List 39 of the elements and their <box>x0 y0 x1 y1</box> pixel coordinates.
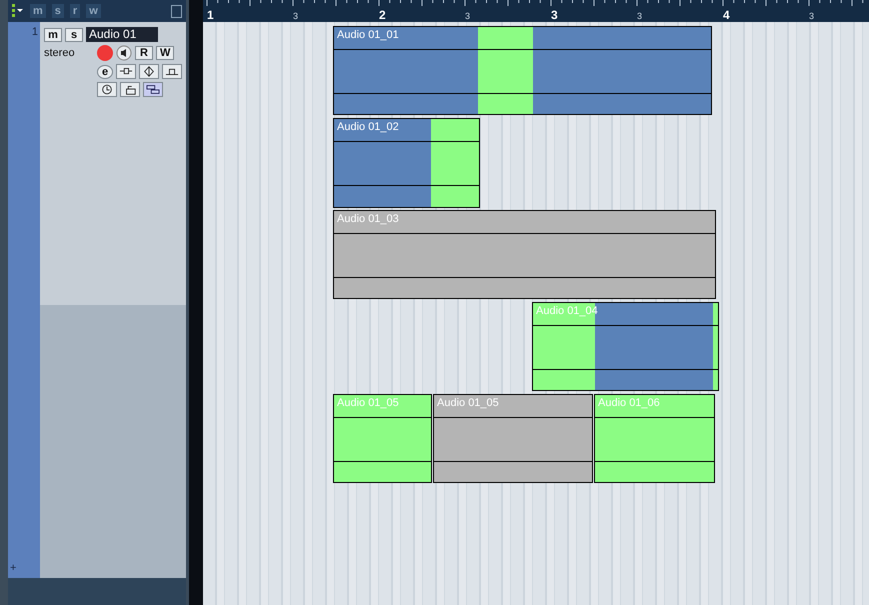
column-toggle[interactable]: m <box>30 4 46 18</box>
bar-number: 1 <box>207 8 214 22</box>
fader-icon[interactable] <box>162 64 182 79</box>
beat-number: 3 <box>809 11 814 21</box>
column-toggle[interactable]: s <box>52 4 64 18</box>
menu-icon[interactable] <box>12 4 24 18</box>
event-name: Audio 01_02 <box>337 121 399 133</box>
event-name: Audio 01_05 <box>437 397 499 409</box>
column-toggle[interactable]: w <box>86 4 101 18</box>
track-number: 1 <box>32 26 38 38</box>
write-button[interactable]: W <box>156 46 174 60</box>
bar-number: 3 <box>551 8 558 22</box>
insert-icon[interactable] <box>116 64 136 79</box>
lanes-icon[interactable] <box>143 82 163 97</box>
track-name-field[interactable]: Audio 01 <box>86 27 158 42</box>
beat-number: 3 <box>293 11 298 21</box>
add-track-button[interactable]: + <box>10 562 16 574</box>
panel-icon[interactable] <box>171 4 182 18</box>
audio-event[interactable]: Audio 01_02 <box>333 118 480 208</box>
read-button[interactable]: R <box>135 46 153 60</box>
beat-number: 3 <box>637 11 642 21</box>
beat-number: 3 <box>465 11 470 21</box>
event-name: Audio 01_05 <box>337 397 399 409</box>
audio-event[interactable]: Audio 01_05 <box>433 394 593 483</box>
event-name: Audio 01_06 <box>598 397 660 409</box>
event-name: Audio 01_01 <box>337 29 399 41</box>
monitor-icon[interactable] <box>116 45 132 61</box>
column-toggle[interactable]: r <box>70 4 80 18</box>
solo-button[interactable]: s <box>65 28 83 42</box>
bar-number: 4 <box>723 8 730 22</box>
edit-button[interactable]: e <box>97 64 113 78</box>
lock-icon[interactable] <box>120 82 140 97</box>
mute-button[interactable]: m <box>44 28 62 42</box>
audio-event[interactable]: Audio 01_01 <box>333 26 712 115</box>
audio-event[interactable]: Audio 01_03 <box>333 210 716 299</box>
clock-icon[interactable] <box>97 82 117 97</box>
event-name: Audio 01_03 <box>337 213 399 225</box>
bar-number: 2 <box>379 8 386 22</box>
channel-label: stereo <box>44 47 76 59</box>
